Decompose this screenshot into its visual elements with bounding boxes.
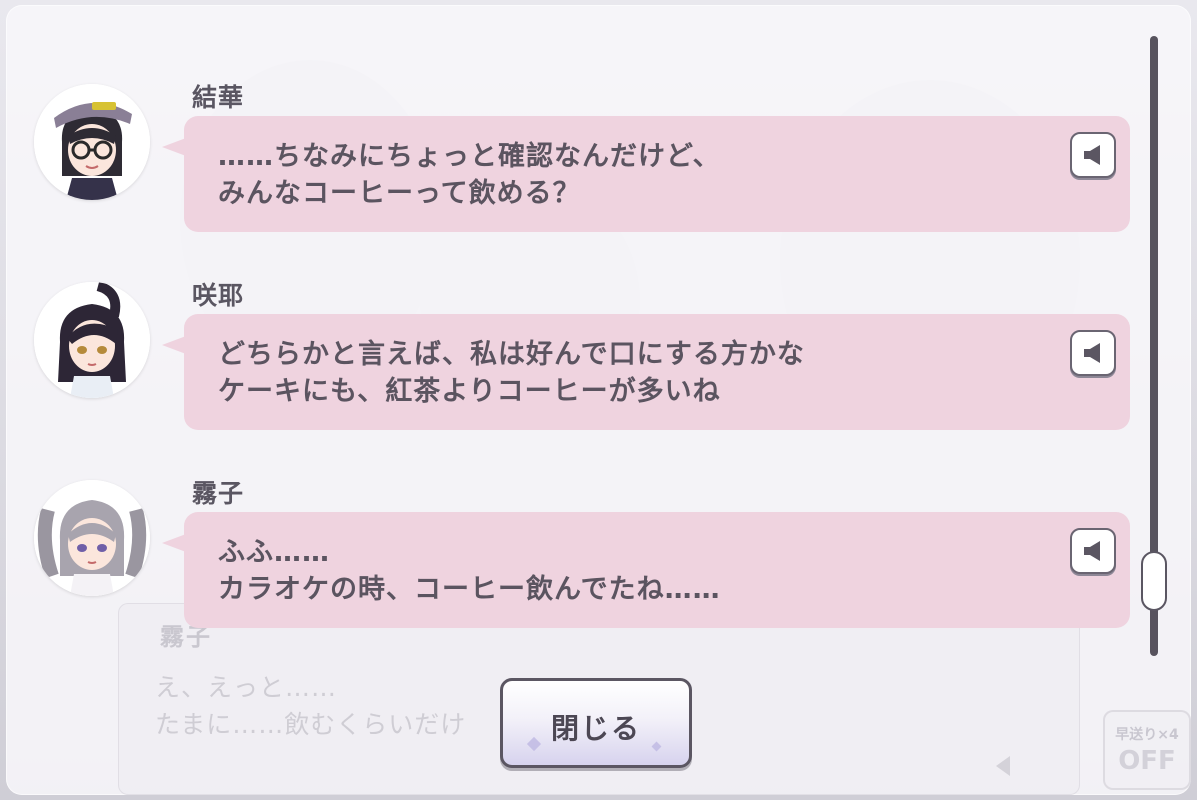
- close-button-label: 閉じる: [550, 712, 641, 745]
- voice-replay-button[interactable]: [1070, 528, 1116, 574]
- dialogue-bubble: ふふ…… カラオケの時、コーヒー飲んでたね……: [162, 512, 1130, 628]
- dialogue-line-2: ケーキにも、紅茶よりコーヒーが多いね: [218, 376, 721, 407]
- speaker-icon: [1084, 145, 1100, 165]
- speaker-icon: [1084, 541, 1100, 561]
- voice-replay-button[interactable]: [1070, 330, 1116, 376]
- dialogue-bubble: どちらかと言えば、私は好んで口にする方かな ケーキにも、紅茶よりコーヒーが多いね: [162, 314, 1130, 430]
- avatar-yuika: [34, 84, 150, 200]
- avatar-sakuya: [34, 282, 150, 398]
- fast-forward-state: OFF: [1118, 746, 1176, 776]
- speaker-name: 霧子: [192, 479, 245, 508]
- fast-forward-label: 早送り×4: [1115, 727, 1179, 743]
- speaker-icon: [1084, 343, 1100, 363]
- log-entry: 咲耶 どちらかと言えば、私は好んで口にする方かな ケーキにも、紅茶よりコーヒーが…: [0, 281, 1140, 442]
- dialogue-line-2: みんなコーヒーって飲める？: [218, 178, 581, 209]
- speaker-name: 咲耶: [192, 281, 245, 310]
- underlying-voice-icon: [996, 756, 1010, 776]
- dialogue-line-1: ふふ……: [218, 537, 330, 568]
- dialogue-line-1: ……ちなみにちょっと確認なんだけど、: [218, 141, 721, 172]
- speaker-name: 結華: [192, 83, 245, 112]
- log-entry: 結華 ……ちなみにちょっと確認なんだけど、 みんなコーヒーって飲める？: [0, 83, 1140, 244]
- close-button[interactable]: 閉じる: [500, 678, 692, 768]
- avatar-kiriko: [34, 480, 150, 596]
- dialogue-line-2: カラオケの時、コーヒー飲んでたね……: [218, 574, 721, 605]
- underlying-dialogue-line-1: え、えっと……: [155, 673, 338, 702]
- dialogue-bubble: ……ちなみにちょっと確認なんだけど、 みんなコーヒーって飲める？: [162, 116, 1130, 232]
- scrollbar-thumb[interactable]: [1141, 551, 1167, 611]
- fast-forward-button: 早送り×4 OFF: [1103, 710, 1191, 790]
- underlying-dialogue-line-2: たまに……飲むくらいだけ: [155, 710, 467, 739]
- voice-replay-button[interactable]: [1070, 132, 1116, 178]
- dialogue-line-1: どちらかと言えば、私は好んで口にする方かな: [218, 339, 805, 370]
- log-entry: 霧子 ふふ…… カラオケの時、コーヒー飲んでたね……: [0, 479, 1140, 640]
